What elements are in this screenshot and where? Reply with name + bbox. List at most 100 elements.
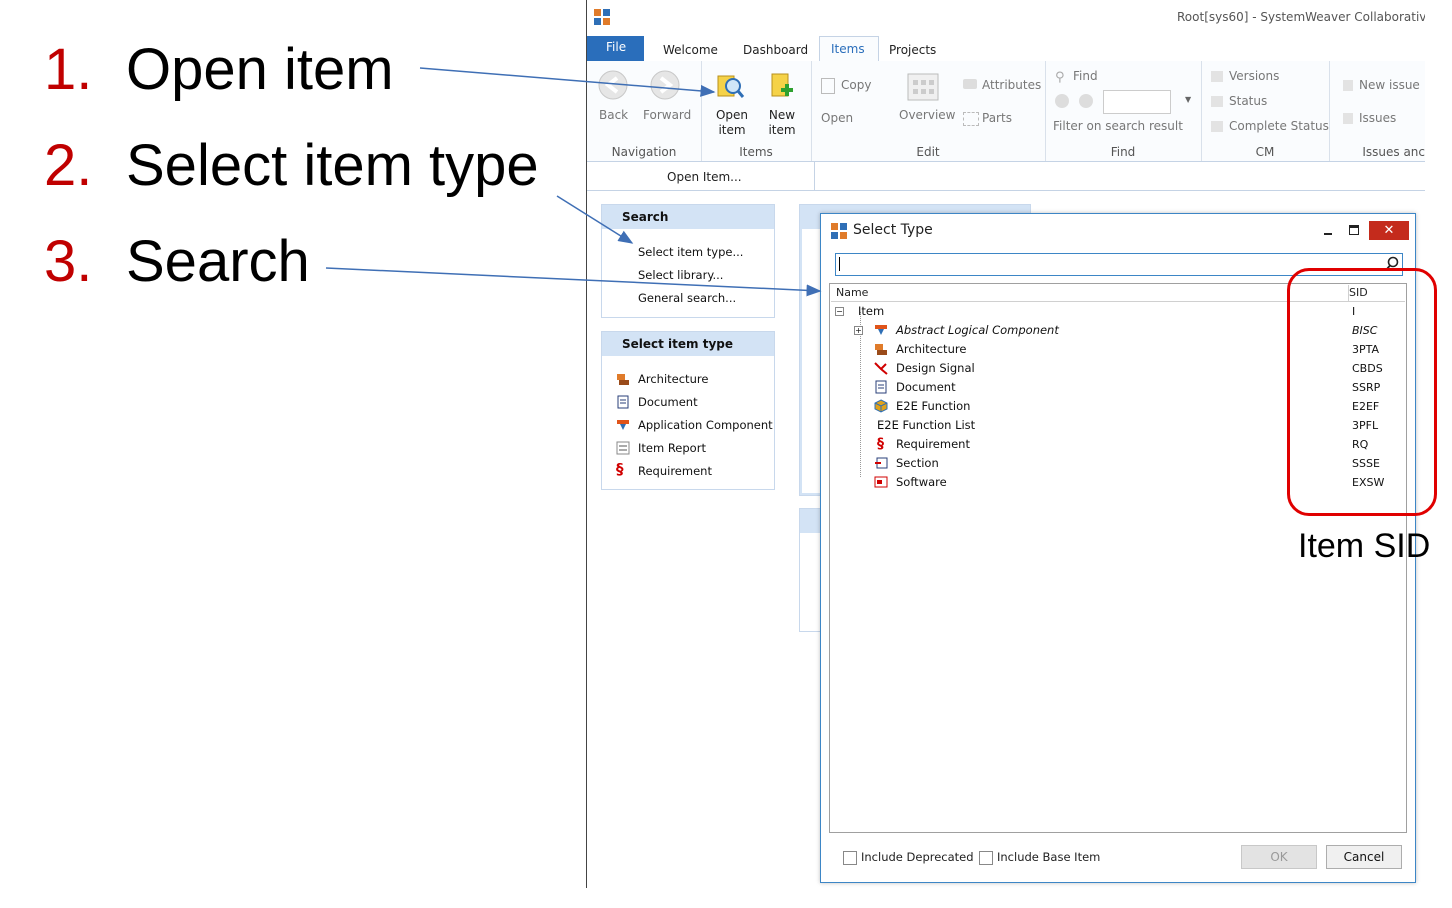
group-issues: New issue Issues Issues anc bbox=[1329, 61, 1425, 161]
document-tab-strip: Open Item... bbox=[587, 162, 1425, 191]
group-find: ⚲ Find ▼ Filter on search result Find bbox=[1045, 61, 1202, 161]
group-items: Open item New item Items bbox=[701, 61, 812, 161]
text-cursor bbox=[839, 257, 840, 271]
new-item-button[interactable]: New item bbox=[767, 108, 797, 138]
select-item-type-pane: Select item type Architecture Document A… bbox=[601, 331, 775, 490]
step-search: 3. Search bbox=[44, 229, 310, 294]
app-logo-icon bbox=[594, 9, 610, 25]
new-item-icon[interactable] bbox=[767, 70, 797, 100]
architecture-icon bbox=[617, 374, 629, 385]
title-bar: Root[sys60] - SystemWeaver Collaborative… bbox=[587, 0, 1425, 36]
close-icon: ✕ bbox=[1383, 223, 1395, 238]
tab-items[interactable]: Items bbox=[819, 36, 879, 63]
versions-button[interactable]: Versions bbox=[1229, 69, 1279, 83]
binoculars-icon: ⚲ bbox=[1055, 70, 1065, 85]
include-deprecated-checkbox[interactable] bbox=[843, 851, 857, 865]
maximize-icon bbox=[1349, 225, 1359, 235]
overview-button[interactable]: Overview bbox=[899, 108, 956, 122]
new-issue-icon bbox=[1343, 80, 1353, 91]
forward-arrow-icon[interactable] bbox=[649, 69, 681, 101]
component-icon bbox=[875, 325, 887, 335]
group-label-find: Find bbox=[1110, 145, 1136, 159]
group-label-items: Items bbox=[739, 145, 773, 159]
include-base-item-label: Include Base Item bbox=[997, 850, 1101, 864]
group-navigation: Back Forward Navigation bbox=[587, 61, 702, 161]
ok-button[interactable]: OK bbox=[1241, 845, 1317, 869]
filter-on-search-result-button[interactable]: Filter on search result bbox=[1053, 119, 1183, 133]
column-header-name[interactable]: Name bbox=[831, 285, 1349, 302]
dialog-title: Select Type bbox=[853, 222, 933, 238]
minimize-icon bbox=[1324, 233, 1332, 235]
document-tab-open-item[interactable]: Open Item... bbox=[587, 162, 815, 190]
find-previous-icon[interactable] bbox=[1055, 94, 1069, 108]
find-next-icon[interactable] bbox=[1079, 94, 1093, 108]
attributes-button[interactable]: Attributes bbox=[982, 78, 1041, 92]
tab-welcome[interactable]: Welcome bbox=[663, 40, 718, 60]
item-sid-label: Item SID bbox=[1298, 527, 1431, 565]
ribbon-tabs: File Welcome Dashboard Items Projects bbox=[587, 36, 1425, 63]
include-base-item-checkbox[interactable] bbox=[979, 851, 993, 865]
section-icon bbox=[875, 457, 888, 469]
complete-status-icon bbox=[1211, 121, 1223, 132]
parts-button[interactable]: Parts bbox=[982, 111, 1012, 125]
find-button[interactable]: Find bbox=[1073, 69, 1098, 83]
cube-icon bbox=[874, 399, 888, 413]
dialog-logo-icon bbox=[831, 223, 847, 239]
include-deprecated-label: Include Deprecated bbox=[861, 850, 974, 864]
issues-button[interactable]: Issues bbox=[1359, 111, 1396, 125]
issues-icon bbox=[1343, 113, 1353, 124]
minimize-button[interactable] bbox=[1321, 222, 1335, 236]
document-icon bbox=[875, 380, 887, 394]
open-item-search-icon[interactable] bbox=[715, 70, 745, 100]
window-title: Root[sys60] - SystemWeaver Collaborative… bbox=[1177, 10, 1425, 24]
group-cm: Versions Status Complete Status CM bbox=[1201, 61, 1330, 161]
maximize-button[interactable] bbox=[1347, 222, 1361, 236]
select-library-link[interactable]: Select library... bbox=[638, 268, 723, 282]
find-input[interactable] bbox=[1103, 90, 1171, 114]
complete-status-button[interactable]: Complete Status bbox=[1229, 119, 1329, 133]
open-button[interactable]: Open bbox=[821, 111, 853, 125]
tab-projects[interactable]: Projects bbox=[889, 40, 936, 60]
cancel-button[interactable]: Cancel bbox=[1326, 845, 1402, 869]
open-item-button[interactable]: Open item bbox=[715, 108, 749, 138]
group-label-edit: Edit bbox=[916, 145, 940, 159]
item-sid-callout bbox=[1287, 268, 1437, 516]
step-select-item-type: 2. Select item type bbox=[44, 133, 539, 198]
back-arrow-icon[interactable] bbox=[597, 69, 629, 101]
ribbon: Back Forward Navigation Open item New it… bbox=[587, 61, 1425, 162]
overview-grid-icon[interactable] bbox=[907, 73, 939, 101]
group-label-navigation: Navigation bbox=[611, 145, 677, 159]
select-item-type-pane-header: Select item type bbox=[602, 332, 774, 356]
close-button[interactable]: ✕ bbox=[1369, 221, 1409, 240]
report-icon bbox=[616, 441, 630, 455]
collapse-icon[interactable]: − bbox=[835, 307, 844, 316]
versions-icon bbox=[1211, 71, 1223, 82]
forward-button[interactable]: Forward bbox=[643, 108, 691, 122]
component-icon bbox=[617, 420, 629, 430]
group-edit: Copy Open Overview Attributes Parts Edit bbox=[811, 61, 1046, 161]
copy-icon bbox=[821, 78, 835, 94]
back-button[interactable]: Back bbox=[599, 108, 628, 122]
copy-button[interactable]: Copy bbox=[841, 78, 871, 92]
attributes-icon bbox=[963, 79, 977, 89]
group-label-issues: Issues anc bbox=[1362, 145, 1425, 159]
architecture-icon bbox=[875, 344, 887, 355]
group-label-cm: CM bbox=[1255, 145, 1275, 159]
step-open-item: 1. Open item bbox=[44, 37, 394, 102]
status-icon bbox=[1211, 96, 1223, 107]
software-icon bbox=[874, 476, 888, 488]
general-search-link[interactable]: General search... bbox=[638, 291, 736, 305]
tab-file[interactable]: File bbox=[587, 36, 644, 61]
search-pane-header: Search bbox=[602, 205, 774, 229]
tab-dashboard[interactable]: Dashboard bbox=[743, 40, 808, 60]
status-button[interactable]: Status bbox=[1229, 94, 1267, 108]
section-sign-icon: § bbox=[877, 436, 884, 452]
expand-icon[interactable]: + bbox=[854, 326, 863, 335]
select-item-type-link[interactable]: Select item type... bbox=[638, 245, 743, 259]
document-icon bbox=[617, 395, 629, 409]
signal-icon bbox=[874, 362, 888, 375]
new-issue-button[interactable]: New issue bbox=[1359, 78, 1420, 92]
search-pane: Search Select item type... Select librar… bbox=[601, 204, 775, 318]
find-dropdown-arrow-icon[interactable]: ▼ bbox=[1185, 95, 1191, 104]
parts-icon bbox=[963, 112, 979, 126]
